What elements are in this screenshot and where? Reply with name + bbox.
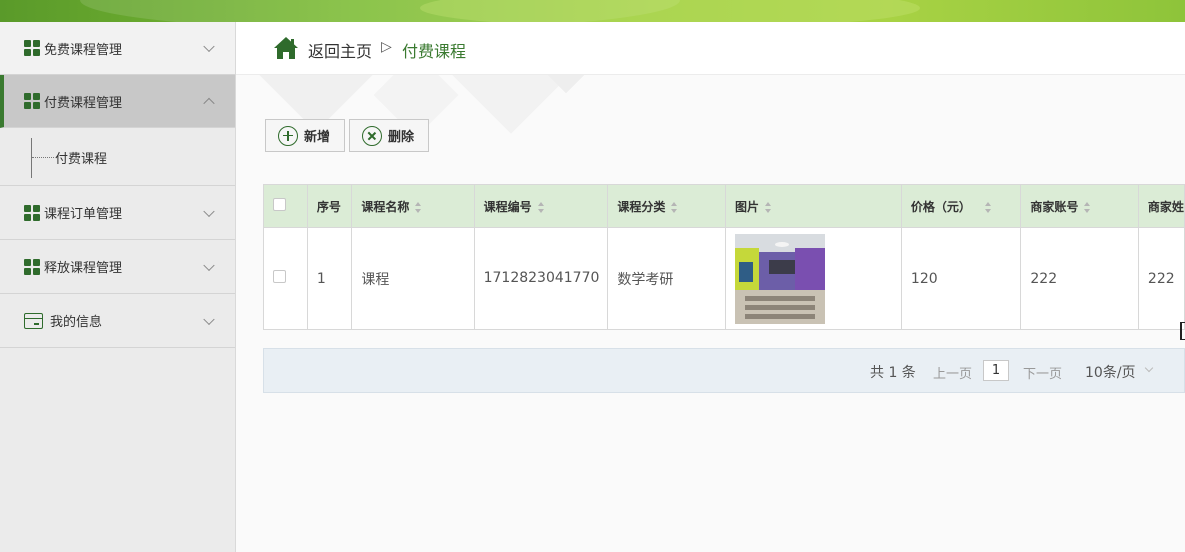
- next-page-button[interactable]: 下一页: [1023, 363, 1062, 382]
- text-cursor-icon: [1180, 322, 1185, 340]
- add-button-label: 新增: [304, 130, 331, 145]
- grid-icon: [24, 40, 40, 56]
- sort-icon[interactable]: [984, 201, 992, 213]
- column-header-label: 课程编号: [483, 199, 532, 214]
- cell-index: 1: [306, 227, 353, 330]
- sidebar-item-label: 释放课程管理: [44, 261, 123, 276]
- main-content: 返回主页 ▷ 付费课程 新增 删除 序号 课程名称 课程编号 课程分类 图片 价…: [236, 22, 1185, 552]
- prev-page-button[interactable]: 上一页: [933, 363, 972, 382]
- cell-category: 数学考研: [607, 227, 726, 330]
- home-icon[interactable]: [273, 36, 299, 60]
- column-header-label: 价格（元）: [910, 199, 971, 214]
- column-header[interactable]: 课程分类: [607, 184, 726, 228]
- column-header[interactable]: 图片: [724, 184, 902, 228]
- table-header-row: 序号 课程名称 课程编号 课程分类 图片 价格（元） 商家账号 商家姓: [263, 184, 1185, 228]
- row-checkbox[interactable]: [273, 270, 286, 283]
- column-header-label: 序号: [316, 199, 341, 214]
- select-all-cell[interactable]: [263, 184, 308, 228]
- id-card-icon: [24, 312, 43, 329]
- top-banner: [0, 0, 1185, 22]
- plus-circle-icon: [278, 125, 298, 146]
- close-circle-icon: [362, 125, 382, 146]
- course-image[interactable]: [734, 233, 825, 324]
- breadcrumb-separator: ▷: [381, 39, 392, 55]
- sort-icon[interactable]: [537, 201, 545, 213]
- chevron-up-icon: [203, 97, 215, 110]
- course-table: 序号 课程名称 课程编号 课程分类 图片 价格（元） 商家账号 商家姓 1 课程…: [263, 184, 1185, 330]
- column-header[interactable]: 课程编号: [473, 184, 609, 228]
- sort-icon[interactable]: [415, 201, 422, 213]
- cell-merchant-account: 222: [1020, 227, 1139, 330]
- column-header-label: 商家姓: [1147, 199, 1184, 214]
- cell-merchant-name: 222: [1137, 227, 1185, 330]
- row-select-cell[interactable]: [263, 227, 308, 330]
- sidebar-item-label: 我的信息: [50, 315, 103, 330]
- sidebar-subitem-paid-course[interactable]: 付费课程: [0, 128, 235, 186]
- cell-course-code: 1712823041770: [473, 227, 609, 330]
- sidebar-item-free-courses[interactable]: 免费课程管理: [0, 22, 235, 75]
- column-header[interactable]: 商家姓: [1137, 184, 1185, 228]
- sort-icon[interactable]: [764, 201, 772, 213]
- sidebar-item-my-info[interactable]: 我的信息: [0, 294, 235, 348]
- column-header[interactable]: 价格（元）: [900, 184, 1022, 228]
- column-header: 序号: [306, 184, 353, 228]
- sidebar-item-label: 免费课程管理: [44, 42, 123, 58]
- column-header[interactable]: 课程名称: [351, 184, 475, 228]
- table-row[interactable]: 1 课程 1712823041770 数学考研 120 222 222: [263, 227, 1185, 330]
- tree-connector: [32, 157, 54, 158]
- breadcrumb: 返回主页 ▷ 付费课程: [236, 22, 1185, 75]
- page-number-button[interactable]: 1: [983, 360, 1009, 381]
- breadcrumb-home-link[interactable]: 返回主页: [308, 38, 372, 62]
- delete-button-label: 删除: [388, 130, 415, 145]
- chevron-down-icon: [203, 259, 215, 271]
- column-header-label: 商家账号: [1030, 199, 1079, 214]
- column-header-label: 图片: [734, 199, 759, 214]
- cell-course-name: 课程: [351, 227, 475, 330]
- column-header[interactable]: 商家账号: [1020, 184, 1139, 228]
- grid-icon: [24, 258, 40, 275]
- breadcrumb-current: 付费课程: [402, 42, 467, 61]
- sidebar-item-label: 付费课程管理: [44, 95, 123, 111]
- sidebar-subitem-label[interactable]: 付费课程: [55, 148, 107, 167]
- pagination: 共 1 条 上一页 1 下一页 10条/页: [263, 348, 1185, 393]
- chevron-down-icon: [203, 205, 215, 217]
- cell-price: 120: [900, 227, 1022, 330]
- chevron-down-icon: [203, 40, 215, 53]
- sidebar-item-label: 课程订单管理: [44, 207, 123, 222]
- chevron-down-icon[interactable]: [1144, 363, 1154, 373]
- sidebar-item-release-courses[interactable]: 释放课程管理: [0, 240, 235, 294]
- page-size-select[interactable]: 10条/页: [1085, 362, 1136, 382]
- sidebar-item-paid-courses[interactable]: 付费课程管理: [0, 75, 235, 128]
- column-header-label: 课程分类: [617, 199, 666, 214]
- grid-icon: [24, 204, 40, 221]
- tree-line: [31, 138, 32, 178]
- sort-icon[interactable]: [671, 201, 678, 213]
- add-button[interactable]: 新增: [265, 119, 345, 152]
- select-all-checkbox[interactable]: [273, 198, 286, 211]
- chevron-down-icon: [203, 313, 215, 325]
- cell-image: [724, 227, 902, 330]
- pagination-total: 共 1 条: [870, 365, 916, 381]
- delete-button[interactable]: 删除: [349, 119, 429, 152]
- sidebar-item-course-orders[interactable]: 课程订单管理: [0, 186, 235, 240]
- sidebar: 免费课程管理 付费课程管理 付费课程 课程订单管理 释放课程管理 我的信息: [0, 22, 236, 552]
- sort-icon[interactable]: [1084, 201, 1091, 213]
- grid-icon: [24, 93, 40, 109]
- column-header-label: 课程名称: [361, 199, 410, 214]
